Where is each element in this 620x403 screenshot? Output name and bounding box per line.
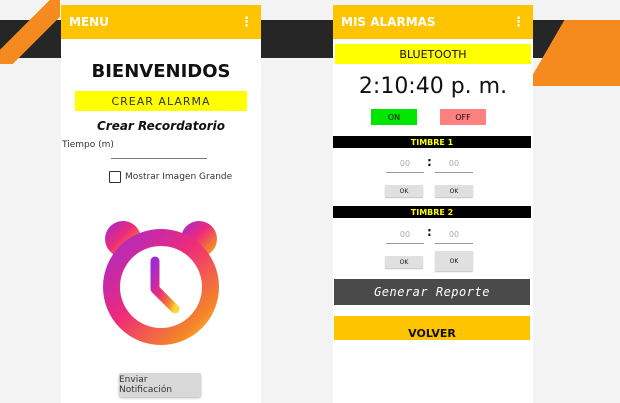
timbre-2-ok-button[interactable]: OK <box>435 251 473 271</box>
background-orange-stripe <box>0 0 60 64</box>
timbre-1-ok-button[interactable]: OK <box>435 185 473 197</box>
send-notification-button[interactable]: Enviar Notificación <box>119 373 201 397</box>
app-bar-title: MIS ALARMAS <box>341 15 436 29</box>
timbre-1-minute-input[interactable]: 00 <box>435 156 473 173</box>
generate-report-button[interactable]: Generar Reporte <box>334 279 530 305</box>
create-alarm-button[interactable]: CREAR ALARMA <box>75 91 247 111</box>
timbre-1-ok-button[interactable]: OK <box>385 185 423 197</box>
bluetooth-button[interactable]: BLUETOOTH <box>335 44 531 64</box>
app-bar: MENU ⋮ <box>61 5 261 39</box>
app-bar: MIS ALARMAS ⋮ <box>333 5 533 39</box>
time-separator: : <box>427 155 432 169</box>
background-dark-band <box>255 20 345 58</box>
timbre-2-minute-input[interactable]: 00 <box>435 227 473 244</box>
more-vert-icon[interactable]: ⋮ <box>240 15 253 30</box>
time-field-label: Tiempo (m) <box>62 140 114 150</box>
app-bar-title: MENU <box>69 15 109 29</box>
background-orange-stripe <box>528 20 620 86</box>
timbre-2-hour-input[interactable]: 00 <box>386 227 424 244</box>
timbre-1-header: TIMBRE 1 <box>333 136 531 148</box>
checkbox-label: Mostrar Imagen Grande <box>125 172 233 182</box>
more-vert-icon[interactable]: ⋮ <box>512 15 525 30</box>
timbre-2-header: TIMBRE 2 <box>333 206 531 218</box>
on-button[interactable]: ON <box>371 109 417 125</box>
off-button[interactable]: OFF <box>440 109 486 125</box>
clock-display: 2:10:40 p. m. <box>358 74 508 99</box>
timbre-2-ok-button[interactable]: OK <box>385 256 423 268</box>
alarms-screen: MIS ALARMAS ⋮ BLUETOOTH 2:10:40 p. m. ON… <box>333 5 533 403</box>
back-button[interactable]: VOLVER <box>334 316 530 340</box>
alarm-clock-icon <box>101 201 221 361</box>
time-input-field[interactable] <box>111 158 207 159</box>
create-reminder-heading: Crear Recordatorio <box>96 119 226 133</box>
welcome-heading: BIENVENIDOS <box>91 61 231 82</box>
time-separator: : <box>427 225 432 239</box>
menu-screen: MENU ⋮ BIENVENIDOS CREAR ALARMA Crear Re… <box>61 5 261 403</box>
timbre-1-hour-input[interactable]: 00 <box>386 156 424 173</box>
checkbox[interactable] <box>109 171 121 183</box>
show-large-image-option[interactable]: Mostrar Imagen Grande <box>109 171 232 183</box>
